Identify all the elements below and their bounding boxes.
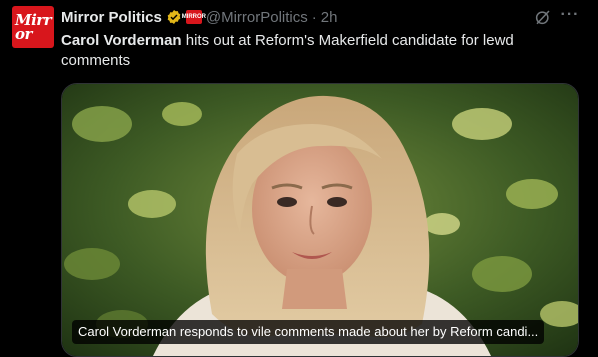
author-handle[interactable]: @MirrorPolitics [206,9,308,26]
photo-illustration [62,84,578,356]
tweet-header: Mirror Politics MIRROR @MirrorPolitics ·… [61,6,337,28]
more-options-icon[interactable]: ··· [559,4,581,26]
timestamp[interactable]: 2h [321,9,338,26]
affiliate-badge-icon[interactable]: MIRROR [182,10,206,24]
author-name[interactable]: Mirror Politics [61,9,162,26]
tweet-media-image[interactable] [61,83,579,357]
tweet-text: Carol Vorderman hits out at Reform's Mak… [61,31,581,71]
media-caption: Carol Vorderman responds to vile comment… [72,320,545,344]
verified-badge-icon[interactable] [166,9,182,25]
separator-dot: · [311,8,317,26]
grok-icon[interactable] [534,8,552,26]
avatar-logo-text: or [15,25,32,43]
tweet-text-bold: Carol Vorderman [61,32,182,49]
tweet[interactable]: Mirr or Mirror Politics MIRROR @MirrorPo… [0,0,598,357]
avatar[interactable]: Mirr or [12,6,54,48]
